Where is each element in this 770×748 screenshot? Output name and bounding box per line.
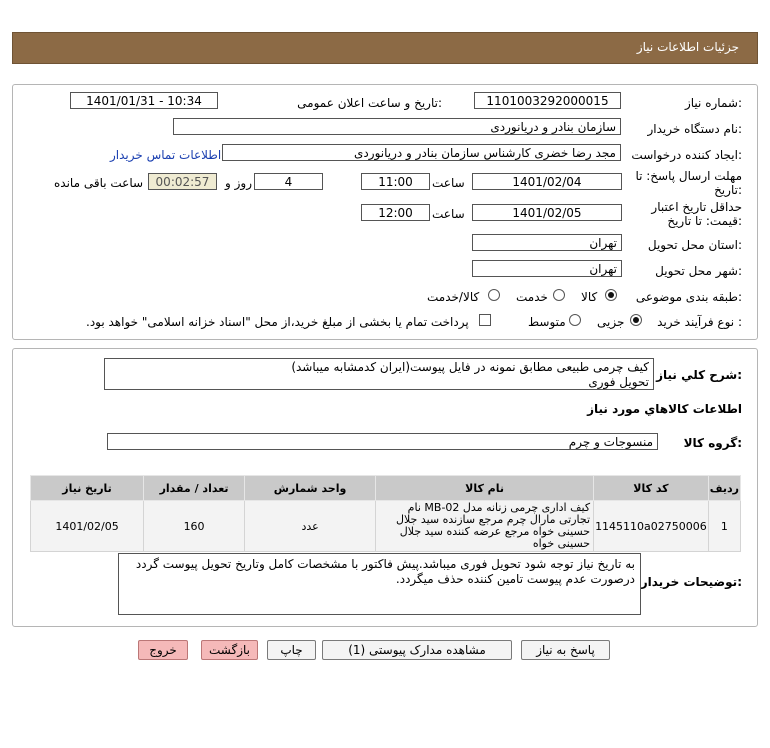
summary-line-2: تحویل فوری	[588, 375, 649, 389]
validity-label-date: قیمت: تا تاریخ:	[667, 214, 742, 228]
col-name: نام کالا	[375, 475, 595, 501]
cell-row: 1	[707, 500, 742, 552]
deadline-time-label: ساعت	[432, 176, 465, 190]
print-button[interactable]: چاپ	[267, 640, 316, 660]
goods-table-header: ردیف کد کالا نام کالا واحد شمارش تعداد /…	[29, 475, 742, 501]
back-button[interactable]: بازگشت	[201, 640, 258, 660]
category-option-goods-service: کالا/خدمت	[427, 290, 480, 304]
city-label: شهر محل تحویل:	[655, 264, 742, 278]
buyer-notes-box: به تاریخ نیاز توجه شود تحویل فوری میباشد…	[118, 553, 641, 615]
treasury-payment-note: پرداخت تمام یا بخشی از مبلغ خرید،از محل …	[86, 315, 469, 329]
validity-time-label: ساعت	[432, 207, 465, 221]
announce-label: تاریخ و ساعت اعلان عمومی:	[297, 96, 442, 110]
exit-button[interactable]: خروج	[138, 640, 188, 660]
col-code: کد کالا	[593, 475, 709, 501]
process-radio-medium[interactable]	[569, 314, 581, 326]
category-radio-goods-service[interactable]	[488, 289, 500, 301]
validity-label: حداقل تاریخ اعتبار	[651, 200, 742, 214]
deadline-label: مهلت ارسال پاسخ: تا	[635, 169, 742, 183]
process-option-minor: جزیی	[597, 315, 625, 329]
need-number-field: 1101003292000015	[474, 92, 621, 109]
cell-qty: 160	[143, 500, 246, 552]
validity-time-field: 12:00	[361, 204, 430, 221]
creator-label: ایجاد کننده درخواست:	[631, 148, 742, 162]
summary-line-1: کیف چرمی طبیعی مطابق نمونه در فایل پیوست…	[291, 360, 649, 374]
col-unit: واحد شمارش	[244, 475, 377, 501]
category-option-service: خدمت	[516, 290, 548, 304]
goods-info-title: اطلاعات کالاهاي مورد نياز	[587, 402, 742, 416]
buyer-org-label: نام دستگاه خریدار:	[647, 122, 743, 136]
category-option-goods: کالا	[581, 290, 598, 304]
buyer-org-field: سازمان بنادر و دریانوردی	[173, 118, 621, 135]
page-title: جزئیات اطلاعات نیاز	[636, 40, 739, 54]
remaining-label: ساعت باقی مانده	[54, 176, 144, 190]
need-number-label: شماره نیاز:	[684, 96, 742, 110]
cell-unit: عدد	[244, 500, 377, 552]
deadline-time-field: 11:00	[361, 173, 430, 190]
treasury-payment-checkbox[interactable]	[479, 314, 491, 326]
reply-button[interactable]: پاسخ به نیاز	[521, 640, 610, 660]
process-option-medium: متوسط	[528, 315, 566, 329]
days-label: روز و	[225, 176, 252, 190]
summary-box: کیف چرمی طبیعی مطابق نمونه در فایل پیوست…	[104, 358, 654, 390]
city-field: تهران	[472, 260, 622, 277]
deadline-date-field: 1401/02/04	[472, 173, 622, 190]
cell-code: 1145110a02750006	[593, 500, 709, 552]
goods-table: ردیف کد کالا نام کالا واحد شمارش تعداد /…	[29, 475, 742, 552]
process-label: نوع فرآیند خرید :	[657, 315, 742, 329]
summary-label: شرح کلي نياز:	[656, 368, 742, 382]
header-bar: جزئیات اطلاعات نیاز	[12, 32, 758, 64]
province-field: تهران	[472, 234, 622, 251]
cell-name: کیف اداری چرمی زنانه مدل MB-02 نام تجارت…	[375, 500, 595, 552]
col-row: ردیف	[707, 475, 742, 501]
validity-date-field: 1401/02/05	[472, 204, 622, 221]
goods-group-label: گروه کالا:	[683, 436, 742, 450]
goods-group-field: منسوجات و چرم	[107, 433, 658, 450]
creator-field: مجد رضا خضری کارشناس سازمان بنادر و دریا…	[222, 144, 621, 161]
days-field: 4	[254, 173, 323, 190]
category-label: طبقه بندی موضوعی:	[635, 290, 742, 304]
col-qty: تعداد / مقدار	[143, 475, 246, 501]
buyer-notes-label: توضیحات خریدار:	[640, 575, 742, 589]
process-radio-minor[interactable]	[630, 314, 642, 326]
category-radio-goods[interactable]	[605, 289, 617, 301]
cell-date: 1401/02/05	[29, 500, 145, 552]
announce-field: 1401/01/31 - 10:34	[70, 92, 218, 109]
view-attachments-button[interactable]: مشاهده مدارک پیوستی (1)	[322, 640, 512, 660]
deadline-label-date: تاریخ:	[714, 183, 742, 197]
contact-buyer-link[interactable]: اطلاعات تماس خریدار	[110, 148, 221, 162]
col-date: تاریخ نیاز	[29, 475, 145, 501]
province-label: استان محل تحویل:	[647, 238, 742, 252]
table-row: 1 1145110a02750006 کیف اداری چرمی زنانه …	[29, 500, 742, 552]
category-radio-service[interactable]	[553, 289, 565, 301]
remaining-time-field: 00:02:57	[148, 173, 217, 190]
